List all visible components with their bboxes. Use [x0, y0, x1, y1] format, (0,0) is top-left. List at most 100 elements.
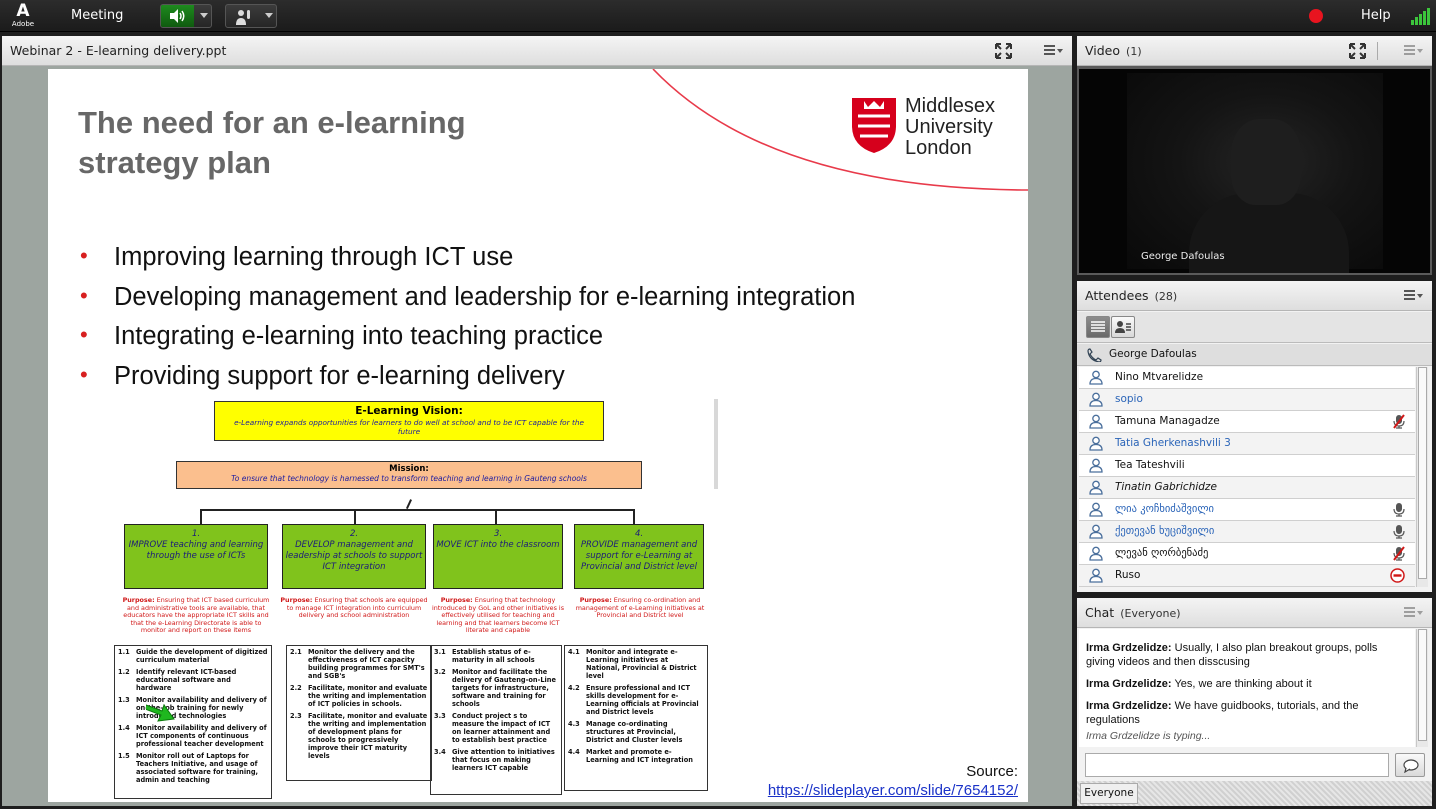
chat-message: Irma Grdzelidze: Usually, I also plan br… [1086, 642, 1378, 668]
attendee-row[interactable]: ლია კოჩხიძაშვილი [1079, 499, 1415, 521]
attendee-icon [1089, 436, 1103, 451]
attendee-view-toolbar [1077, 312, 1432, 343]
share-pod: Webinar 2 - E-learning delivery.ppt The … [2, 36, 1072, 806]
slide-bullet: • Developing management and leadership fo… [80, 282, 856, 311]
help-menu[interactable]: Help [1361, 8, 1391, 23]
attendee-name: ქეთევან ხუციშვილი [1115, 525, 1215, 537]
speaker-dropdown-icon[interactable] [200, 13, 208, 18]
chat-recipient-tab[interactable]: Everyone [1080, 783, 1138, 804]
chat-send-button[interactable] [1395, 753, 1425, 777]
attendee-row[interactable]: ქეთევან ხუციშვილი [1079, 521, 1415, 543]
attendee-icon [1089, 524, 1103, 539]
attendee-name: Tamuna Managadze [1115, 415, 1220, 427]
attendee-row[interactable]: ლევან ღორბენაძე [1079, 543, 1415, 565]
attendee-list: Nino Mtvarelidze sopio Tamuna Managadze Tat… [1079, 367, 1415, 587]
status-button[interactable] [225, 4, 277, 28]
attendee-icon [1089, 546, 1103, 561]
slide-bullet: • Integrating e-learning into teaching pr… [80, 322, 604, 350]
share-pod-menu-icon[interactable] [1044, 45, 1063, 57]
microphone-icon [1393, 503, 1405, 517]
purpose-text-3: Purpose: Ensuring that technology introd… [431, 596, 565, 635]
task-box-1: 1.1 Guide the development of digitized cu… [114, 645, 272, 799]
video-count: (1) [1126, 45, 1142, 58]
middlesex-shield-icon [852, 98, 896, 153]
green-arrow-icon [146, 703, 175, 722]
attendee-row[interactable]: Tamuna Managadze [1079, 411, 1415, 433]
status-dropdown-icon[interactable] [265, 13, 273, 18]
goal-box-4: 4. PROVIDE management and support for e-L… [574, 524, 704, 589]
source-link[interactable]: https://slideplayer.com/slide/7654152/ [768, 781, 1018, 800]
list-view-icon [1091, 321, 1105, 332]
attendee-icon [1089, 414, 1103, 429]
attendee-row[interactable]: Tinatin Gabrichidze [1079, 477, 1415, 499]
microphone-muted-icon [1393, 546, 1405, 561]
attendee-icon [1089, 370, 1103, 385]
fullscreen-icon[interactable] [995, 43, 1012, 59]
attendee-name: ლია კოჩხიძაშვილი [1115, 503, 1214, 515]
attendees-pod-title: Attendees [1085, 288, 1149, 303]
share-pod-title: Webinar 2 - E-learning delivery.ppt [10, 43, 227, 58]
vision-box: E-Learning Vision: e-Learning expands op… [214, 401, 604, 441]
attendee-row[interactable]: Tatia Gherkenashvili 3 [1079, 433, 1415, 455]
slide-title: The need for an e-learning strategy plan [78, 105, 466, 180]
attendee-icon [1089, 568, 1103, 583]
attendee-row[interactable]: Ruso [1079, 565, 1415, 587]
attendee-name: Ruso [1115, 569, 1141, 581]
slide-bullet: • Providing support for e-learning delive… [80, 361, 565, 390]
task-box-4: 4.1 Monitor and integrate e-Learning init… [564, 645, 708, 791]
raise-hand-icon [236, 10, 250, 25]
goal-box-3: 3. MOVE ICT into the classroom [433, 524, 563, 589]
chat-input[interactable] [1085, 753, 1389, 777]
attendee-list-scrollbar[interactable] [1416, 367, 1428, 587]
attendee-name: ლევან ღორბენაძე [1115, 547, 1209, 559]
presenter-name: George Dafoulas [1141, 251, 1225, 262]
connection-signal-icon [1411, 8, 1431, 25]
speaker-icon [170, 9, 185, 23]
chat-pod-header: Chat (Everyone) [1077, 598, 1432, 628]
meeting-menu[interactable]: Meeting [71, 8, 123, 23]
attendee-icon [1089, 392, 1103, 407]
goal-box-1: 1. IMPROVE teaching and learning through … [124, 524, 268, 589]
slide-bullet: • Improving learning through ICT use [80, 243, 514, 271]
attendee-row[interactable]: sopio [1079, 389, 1415, 411]
attendee-row[interactable]: Nino Mtvarelidze [1079, 367, 1415, 389]
middlesex-logo: Middlesex University London [850, 96, 1010, 160]
attendee-count: (28) [1154, 290, 1178, 303]
attendees-pod-header: Attendees (28) [1077, 281, 1432, 311]
phone-icon [1087, 348, 1102, 362]
attendee-icon [1089, 458, 1103, 473]
chat-scope: (Everyone) [1120, 607, 1181, 620]
chat-scrollbar[interactable] [1416, 629, 1428, 747]
typing-indicator: Irma Grdzelidze is typing... [1086, 730, 1211, 742]
chat-pod-menu-icon[interactable] [1404, 607, 1423, 619]
video-fullscreen-icon[interactable] [1349, 43, 1366, 59]
mission-box: Mission: To ensure that technology is ha… [176, 461, 642, 489]
list-view-button[interactable] [1086, 316, 1110, 338]
purpose-text-4: Purpose: Ensuring co-ordination and mana… [575, 596, 705, 620]
attendees-pod-menu-icon[interactable] [1404, 290, 1423, 302]
attendee-name: Tinatin Gabrichidze [1115, 481, 1217, 493]
attendee-name: Tea Tateshvili [1115, 459, 1185, 471]
video-pod-menu-icon[interactable] [1404, 45, 1423, 57]
chat-footer: Everyone [1077, 781, 1432, 806]
chat-pod: Chat (Everyone) Irma Grdzelidze: Usually,… [1077, 598, 1432, 806]
purpose-text-1: Purpose: Ensuring that ICT based curricu… [122, 596, 270, 635]
webcam-image [1127, 73, 1383, 273]
presentation-slide: The need for an e-learning strategy plan… [48, 69, 1028, 802]
video-feed: George Dafoulas [1079, 69, 1430, 273]
speaker-button[interactable] [160, 4, 212, 28]
recording-indicator-icon[interactable] [1309, 9, 1323, 23]
attendee-icon [1089, 502, 1103, 517]
attendee-name: sopio [1115, 393, 1143, 405]
microphone-muted-icon [1393, 414, 1405, 429]
chat-message: Irma Grdzelidze: We have guidbooks, tuto… [1086, 700, 1359, 726]
role-view-button[interactable] [1111, 316, 1135, 338]
attendee-name: Nino Mtvarelidze [1115, 371, 1204, 383]
attendee-row[interactable]: Tea Tateshvili [1079, 455, 1415, 477]
purpose-text-2: Purpose: Ensuring that schools are equip… [280, 596, 428, 620]
attendee-name: Tatia Gherkenashvili 3 [1115, 437, 1231, 449]
attendee-icon [1089, 480, 1103, 495]
slide-bullet-list: • Improving learning through ICT use • Dev… [78, 243, 855, 401]
host-row[interactable]: George Dafoulas [1077, 344, 1432, 366]
chat-message: Irma Grdzelidze: Yes, we are thinking ab… [1086, 678, 1312, 690]
